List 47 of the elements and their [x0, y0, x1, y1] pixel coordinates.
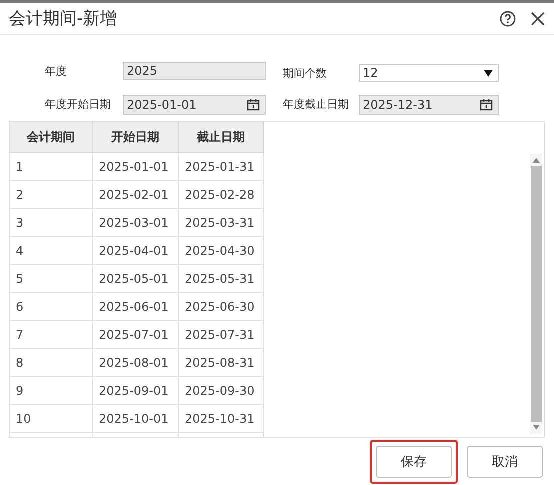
field-label: 年度截止日期	[283, 97, 350, 112]
table-cell: 2025-01-31	[178, 152, 264, 180]
column-header: 截止日期	[178, 122, 264, 152]
field-label: 期间个数	[283, 66, 328, 81]
table-cell: 2025-02-28	[178, 180, 264, 208]
dialog-button[interactable]: 保存	[376, 446, 452, 478]
table-cell: 10	[10, 404, 92, 432]
table-cell: 2025-05-31	[178, 264, 264, 292]
table-cell: 2025-04-01	[92, 236, 178, 264]
help-icon[interactable]	[500, 10, 516, 26]
scrollbar[interactable]	[530, 154, 542, 434]
table-cell: 2025-08-01	[92, 348, 178, 376]
table-cell: 2	[10, 180, 92, 208]
column-header: 会计期间	[10, 122, 92, 152]
dropdown[interactable]: 12	[359, 64, 499, 82]
field-label: 年度开始日期	[45, 97, 112, 112]
table-cell: 3	[10, 208, 92, 236]
table-cell: 6	[10, 292, 92, 320]
table-cell: 2025-09-01	[92, 376, 178, 404]
table-cell: 2025-03-01	[92, 208, 178, 236]
table-cell: 4	[10, 236, 92, 264]
table-cell: 2025-06-30	[178, 292, 264, 320]
table-cell: 2025-07-31	[178, 320, 264, 348]
table-cell: 2025-04-30	[178, 236, 264, 264]
dropdown-arrow-icon[interactable]	[484, 70, 493, 77]
scroll-down-icon[interactable]	[532, 425, 540, 430]
table-cell: 2025-09-30	[178, 376, 264, 404]
table-cell: 2025-03-31	[178, 208, 264, 236]
table-cell: 2025-07-01	[92, 320, 178, 348]
table-cell: 2025-02-01	[92, 180, 178, 208]
table-cell: 2025-01-01	[92, 152, 178, 180]
table-cell: 8	[10, 348, 92, 376]
column-header: 开始日期	[92, 122, 178, 152]
dialog-button[interactable]: 取消	[467, 446, 543, 478]
close-icon[interactable]	[530, 10, 546, 26]
table-cell: 2025-10-31	[178, 404, 264, 432]
field-label: 年度	[45, 64, 68, 79]
table-cell: 2025-06-01	[92, 292, 178, 320]
table-cell: 2025-10-01	[92, 404, 178, 432]
scroll-up-icon[interactable]	[532, 158, 540, 163]
table-cell: 2025-08-31	[178, 348, 264, 376]
table-cell: 5	[10, 264, 92, 292]
table-cell: 2025-05-01	[92, 264, 178, 292]
window-title: 会计期间-新增	[9, 8, 118, 30]
table-cell: 9	[10, 376, 92, 404]
table-cell: 7	[10, 320, 92, 348]
table-cell: 1	[10, 152, 92, 180]
